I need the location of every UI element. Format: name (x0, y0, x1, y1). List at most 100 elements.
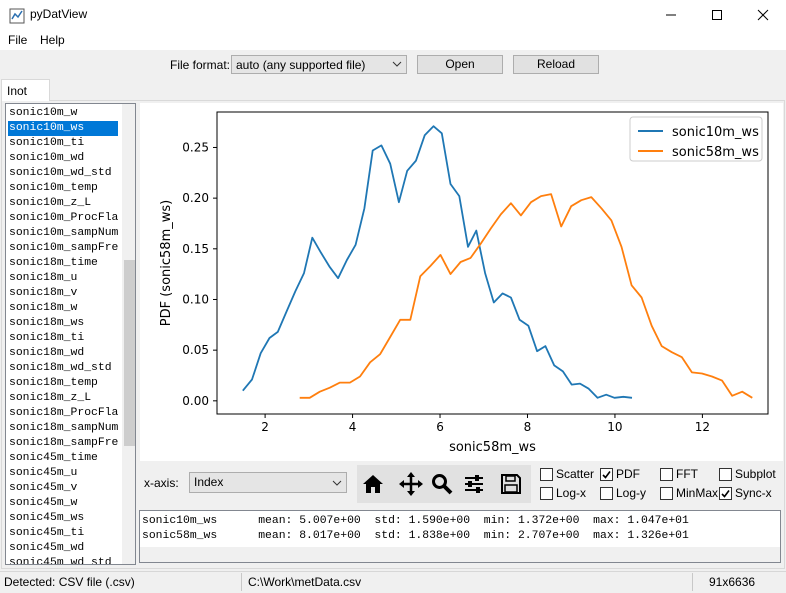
legend-label: sonic10m_ws (672, 125, 759, 140)
plot-panel[interactable]: 2 4 6 8 10 12 0.00 0.05 0.10 0.15 0.20 0.25 sonic58m… (140, 103, 783, 461)
syncx-box[interactable] (719, 486, 732, 500)
save-button[interactable] (498, 471, 524, 497)
column-list-item[interactable]: sonic45m_w (8, 496, 118, 511)
column-list-item[interactable]: sonic18m_wd_std (8, 361, 118, 376)
column-list-item[interactable]: sonic18m_ProcFla (8, 406, 118, 421)
column-list-item[interactable]: sonic18m_sampFre (8, 436, 118, 451)
status-separator (692, 573, 693, 591)
column-list-item[interactable]: sonic45m_wd_std (8, 556, 118, 564)
logy-checkbox[interactable]: Log-y (600, 486, 646, 500)
pdf-chart[interactable]: 2 4 6 8 10 12 0.00 0.05 0.10 0.15 0.20 0.25 sonic58m… (140, 103, 783, 461)
column-list-item[interactable]: sonic10m_wd (8, 151, 118, 166)
column-list-item[interactable]: sonic18m_ti (8, 331, 118, 346)
menu-help[interactable]: Help (40, 33, 65, 47)
column-list-item[interactable]: sonic10m_wd_std (8, 166, 118, 181)
stats-textbox[interactable]: sonic10m_ws mean: 5.007e+00 std: 1.590e+… (139, 510, 781, 563)
pan-button[interactable] (398, 471, 424, 497)
file-format-label: File format: (170, 58, 231, 72)
menu-file[interactable]: File (8, 33, 27, 47)
logx-label: Log-x (556, 486, 587, 500)
series-line-sonic58m_ws (299, 193, 753, 399)
subplot-label: Subplot (735, 467, 776, 481)
column-list-item[interactable]: sonic18m_u (8, 271, 118, 286)
plot-toolbar (357, 465, 531, 503)
home-button[interactable] (360, 471, 386, 497)
checkmark-icon (721, 489, 730, 498)
column-list-item[interactable]: sonic18m_sampNum (8, 421, 118, 436)
chevron-down-icon (392, 61, 402, 67)
column-list-item[interactable]: sonic18m_ws (8, 316, 118, 331)
column-list[interactable]: sonic10m_w sonic10m_ws sonic10m_ti sonic10m… (5, 103, 136, 565)
syncx-checkbox[interactable]: Sync-x (719, 486, 772, 500)
scrollbar-thumb[interactable] (124, 260, 135, 446)
subplot-checkbox[interactable]: Subplot (719, 467, 776, 481)
xaxis-select[interactable]: Index (189, 472, 347, 493)
zoom-button[interactable] (429, 471, 455, 497)
column-list-item[interactable]: sonic10m_sampFre (8, 241, 118, 256)
scatter-label: Scatter (556, 467, 595, 481)
pdf-checkbox[interactable]: PDF (600, 467, 640, 481)
status-filepath: C:\Work\metData.csv (248, 575, 362, 589)
column-list-item[interactable]: sonic10m_w (8, 106, 118, 121)
pan-icon (399, 472, 423, 496)
chevron-down-icon (332, 480, 342, 486)
x-tick-label: 10 (607, 420, 622, 434)
zoom-icon (432, 474, 453, 495)
logx-box[interactable] (540, 486, 553, 500)
logx-checkbox[interactable]: Log-x (540, 486, 586, 500)
checkmark-icon (602, 470, 611, 479)
y-tick-label: 0.10 (182, 292, 209, 306)
column-list-item[interactable]: sonic18m_wd (8, 346, 118, 361)
column-list-item[interactable]: sonic10m_ws (8, 121, 118, 136)
fft-checkbox[interactable]: FFT (660, 467, 698, 481)
y-tick-label: 0.20 (182, 191, 209, 205)
maximize-icon (712, 10, 722, 20)
column-list-item[interactable]: sonic45m_ws (8, 511, 118, 526)
y-tick-label: 0.25 (182, 140, 209, 154)
reload-button[interactable]: Reload (513, 55, 599, 74)
column-list-item[interactable]: sonic45m_v (8, 481, 118, 496)
column-list-item[interactable]: sonic45m_wd (8, 541, 118, 556)
minmax-checkbox[interactable]: MinMax (660, 486, 718, 500)
status-dimensions: 91x6636 (709, 575, 756, 589)
column-list-item[interactable]: sonic18m_w (8, 301, 118, 316)
x-tick-label: 4 (349, 420, 357, 434)
subplot-box[interactable] (719, 467, 732, 481)
app-icon (9, 8, 25, 24)
open-button[interactable]: Open (417, 55, 503, 74)
scatter-checkbox[interactable]: Scatter (540, 467, 594, 481)
horizontal-scrollbar[interactable] (140, 547, 780, 562)
column-list-item[interactable]: sonic18m_z_L (8, 391, 118, 406)
column-list-item[interactable]: sonic18m_v (8, 286, 118, 301)
minimize-button[interactable] (648, 0, 694, 30)
column-list-item[interactable]: sonic10m_temp (8, 181, 118, 196)
column-list-item[interactable]: sonic10m_ProcFla (8, 211, 118, 226)
minmax-box[interactable] (660, 486, 673, 500)
xaxis-label: x-axis: (144, 476, 179, 490)
column-list-item[interactable]: sonic45m_time (8, 451, 118, 466)
column-list-item[interactable]: sonic18m_temp (8, 376, 118, 391)
x-axis-label: sonic58m_ws (449, 440, 536, 455)
x-tick-label: 12 (695, 420, 710, 434)
fft-box[interactable] (660, 467, 673, 481)
stats-line-sonic10m: sonic10m_ws mean: 5.007e+00 std: 1.590e+… (142, 515, 689, 527)
syncx-label: Sync-x (735, 486, 772, 500)
status-detected: Detected: CSV file (.csv) (4, 575, 135, 589)
column-list-item[interactable]: sonic45m_ti (8, 526, 118, 541)
configure-button[interactable] (461, 471, 487, 497)
close-button[interactable] (740, 0, 786, 30)
maximize-button[interactable] (694, 0, 740, 30)
status-separator (241, 573, 242, 591)
window-title: pyDatView (30, 7, 88, 21)
column-list-item[interactable]: sonic10m_z_L (8, 196, 118, 211)
tab-inot[interactable]: Inot (1, 79, 50, 101)
column-list-item[interactable]: sonic18m_time (8, 256, 118, 271)
logy-box[interactable] (600, 486, 613, 500)
column-list-item[interactable]: sonic45m_u (8, 466, 118, 481)
column-list-item[interactable]: sonic10m_ti (8, 136, 118, 151)
scatter-box[interactable] (540, 467, 553, 481)
menu-bar (0, 30, 786, 50)
file-format-select[interactable]: auto (any supported file) (231, 55, 407, 74)
pdf-box[interactable] (600, 467, 613, 481)
column-list-item[interactable]: sonic10m_sampNum (8, 226, 118, 241)
